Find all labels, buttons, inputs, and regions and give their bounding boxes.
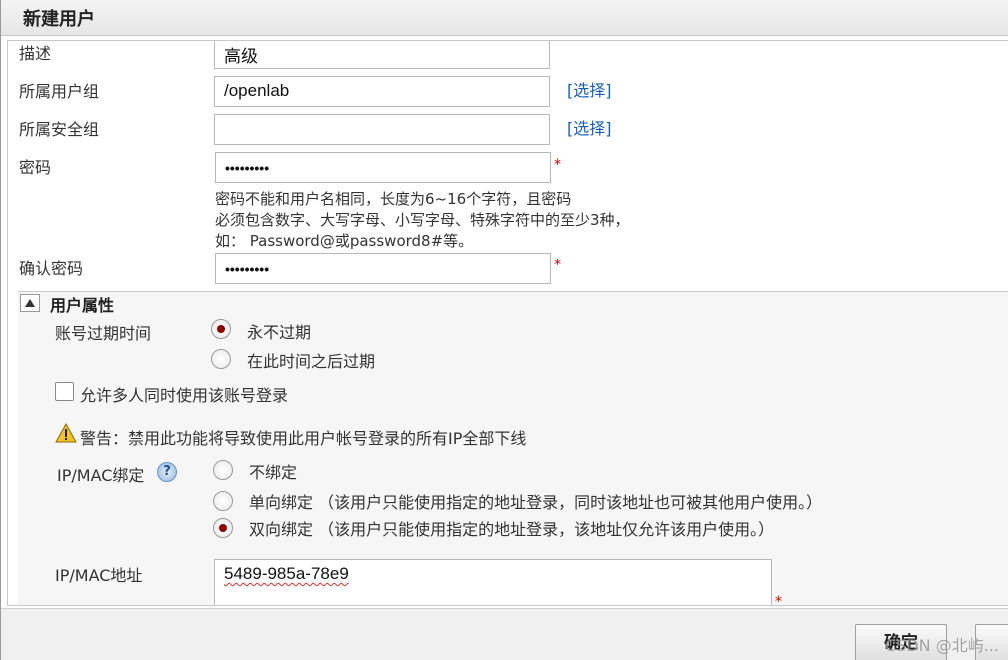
radio-expire-after[interactable]: [211, 349, 231, 369]
security-group-select-link[interactable]: [选择]: [567, 115, 612, 139]
ip-mac-address-label: IP/MAC地址: [55, 566, 143, 585]
expiry-label: 账号过期时间: [55, 324, 152, 343]
ip-mac-address-textarea[interactable]: 5489-985a-78e9: [214, 559, 772, 605]
password-input[interactable]: •••••••••: [215, 152, 551, 183]
security-group-label: 所属安全组: [19, 120, 100, 139]
radio-one-way-binding-label[interactable]: 单向绑定 （该用户只能使用指定的地址登录，同时该地址也可被其他用户使用。）: [249, 489, 822, 513]
ip-mac-binding-label: IP/MAC绑定: [57, 466, 145, 485]
radio-two-way-binding-label[interactable]: 双向绑定 （该用户只能使用指定的地址登录，该地址仅允许该用户使用。）: [249, 516, 774, 540]
user-group-label: 所属用户组: [19, 82, 100, 101]
section-title: 用户属性: [50, 296, 115, 315]
triangle-up-icon[interactable]: [20, 294, 40, 312]
new-user-dialog: 新建用户 描述 高级 所属用户组 /openlab [选择] 所属安全组 [选择…: [0, 0, 1008, 660]
description-input[interactable]: 高级: [214, 41, 550, 69]
warning-icon: [55, 423, 77, 443]
dialog-footer: 确定: [1, 608, 1008, 660]
confirm-password-input[interactable]: •••••••••: [215, 253, 551, 284]
form-content[interactable]: 描述 高级 所属用户组 /openlab [选择] 所属安全组 [选择] 密码 …: [7, 40, 1008, 606]
security-group-input[interactable]: [214, 114, 550, 145]
user-group-input[interactable]: /openlab: [214, 76, 550, 107]
radio-never-expire-label[interactable]: 永不过期: [247, 319, 311, 343]
radio-expire-after-label[interactable]: 在此时间之后过期: [247, 348, 375, 372]
password-hint: 密码不能和用户名相同，长度为6~16个字符，且密码 必须包含数字、大写字母、小写…: [215, 189, 630, 252]
password-hint-line: 必须包含数字、大写字母、小写字母、特殊字符中的至少3种，: [215, 211, 630, 229]
password-label: 密码: [19, 158, 52, 177]
ip-mac-address-value: 5489-985a-78e9: [224, 564, 349, 583]
ip-mac-required-mark: *: [775, 594, 782, 606]
password-required-mark: *: [554, 157, 561, 173]
dialog-title: 新建用户: [23, 9, 95, 30]
watermark: CSDN @北屿...: [885, 636, 999, 655]
confirm-password-label: 确认密码: [19, 259, 84, 278]
radio-two-way-binding[interactable]: [213, 518, 233, 538]
multi-login-checkbox[interactable]: [55, 382, 74, 401]
radio-no-binding-label[interactable]: 不绑定: [249, 459, 297, 483]
warning-text: 警告：禁用此功能将导致使用此用户帐号登录的所有IP全部下线: [80, 429, 527, 448]
password-hint-line: 密码不能和用户名相同，长度为6~16个字符，且密码: [215, 190, 572, 208]
description-label: 描述: [19, 44, 52, 63]
radio-never-expire[interactable]: [211, 319, 231, 339]
dialog-titlebar[interactable]: 新建用户: [1, 0, 1008, 36]
radio-no-binding[interactable]: [213, 460, 233, 480]
multi-login-label[interactable]: 允许多人同时使用该账号登录: [80, 382, 288, 406]
user-properties-section: 用户属性 账号过期时间 永不过期 在此时间之后过期 允许多人同时使用该账号登录 …: [18, 291, 1008, 606]
radio-one-way-binding[interactable]: [213, 491, 233, 511]
help-icon[interactable]: ?: [157, 462, 177, 482]
user-group-select-link[interactable]: [选择]: [567, 77, 612, 101]
password-hint-line: 如： Password@或password8#等。: [215, 232, 474, 250]
confirm-password-required-mark: *: [554, 257, 561, 273]
